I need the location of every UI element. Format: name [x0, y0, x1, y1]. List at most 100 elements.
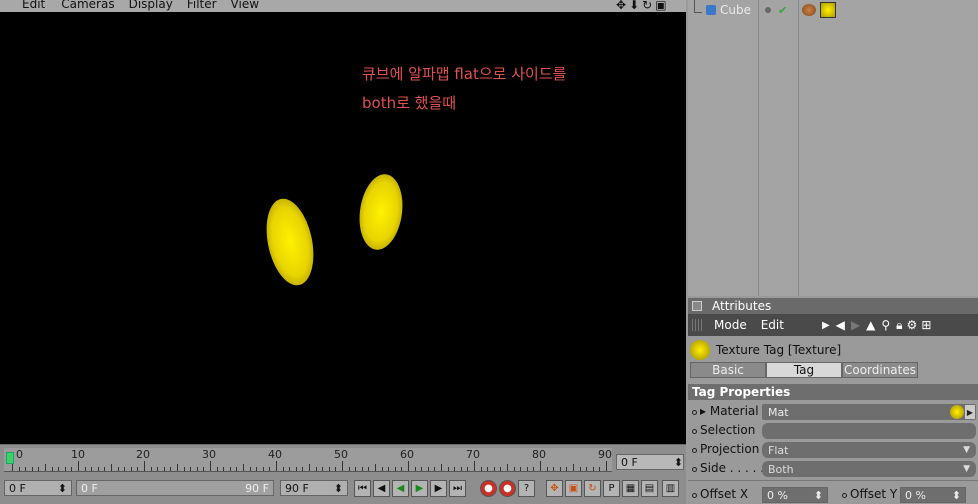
- side-label-text: Side . . . . .: [700, 461, 765, 475]
- chevron-right-icon[interactable]: ▶: [822, 320, 830, 331]
- expand-icon[interactable]: ▸: [700, 404, 710, 418]
- animate-dot-icon[interactable]: [692, 448, 697, 453]
- move-icon[interactable]: ✥: [616, 0, 626, 12]
- move-key-icon[interactable]: ✥: [546, 480, 563, 497]
- texture-tag-icon[interactable]: [820, 2, 836, 18]
- menu-edit[interactable]: Edit: [22, 0, 45, 10]
- animate-dot-icon[interactable]: [692, 493, 697, 498]
- current-frame-value: 0 F: [621, 455, 638, 469]
- ruler-tick: [540, 461, 541, 471]
- rotate-icon[interactable]: ↻: [642, 0, 652, 12]
- ruler-tick: [388, 467, 390, 471]
- lock-icon[interactable]: 🔒︎: [896, 318, 902, 333]
- spinner-icon[interactable]: ⬍: [334, 482, 343, 495]
- offset-y-field[interactable]: 0 % ⬍: [900, 487, 966, 503]
- ruler-tick: [190, 467, 192, 471]
- end-frame-field[interactable]: 90 F ⬍: [280, 480, 348, 496]
- spinner-icon[interactable]: ⬍: [814, 489, 823, 502]
- ruler-tick: [137, 467, 139, 471]
- ruler-tick: [170, 467, 172, 471]
- divider: [688, 480, 978, 481]
- start-frame-field[interactable]: 0 F ⬍: [4, 480, 72, 496]
- animate-dot-icon[interactable]: [842, 493, 847, 498]
- ruler-tick: [289, 467, 291, 471]
- visibility-dot-icon[interactable]: [765, 7, 771, 13]
- menu-view[interactable]: View: [231, 0, 259, 10]
- scale-key-icon[interactable]: ▣: [565, 480, 582, 497]
- play-forward-icon[interactable]: ▶: [411, 480, 428, 497]
- param-key-icon[interactable]: P: [603, 480, 620, 497]
- ruler-tick: [157, 467, 159, 471]
- goto-start-icon[interactable]: ⏮: [354, 480, 371, 497]
- animate-dot-icon[interactable]: [692, 429, 697, 434]
- texture-tag-header: Texture Tag [Texture]: [690, 340, 841, 360]
- ruler-tick: [124, 467, 126, 471]
- timeline-ruler[interactable]: 0 10 20 30 40 50 60 70 80 90: [4, 448, 612, 472]
- record-icon[interactable]: ●: [480, 480, 497, 497]
- rotate-key-icon[interactable]: ↻: [584, 480, 601, 497]
- forward-arrow-icon[interactable]: ▶: [851, 318, 860, 332]
- menu-display[interactable]: Display: [129, 0, 173, 10]
- ruler-tick: [586, 467, 588, 471]
- animate-dot-icon[interactable]: [692, 410, 697, 415]
- spinner-icon[interactable]: ⬍: [674, 456, 683, 469]
- mode-menu[interactable]: Mode: [714, 318, 747, 332]
- tab-basic[interactable]: Basic: [690, 362, 766, 378]
- spinner-icon[interactable]: ⬍: [952, 489, 961, 502]
- selection-field[interactable]: [762, 423, 976, 439]
- panel-toggle-icon[interactable]: [692, 301, 702, 311]
- ruler-tick: [144, 461, 145, 471]
- search-icon[interactable]: ⚲: [881, 318, 890, 332]
- ruler-tick: [355, 467, 357, 471]
- ruler-tick: [183, 467, 185, 471]
- ruler-tick: [599, 467, 601, 471]
- new-panel-icon[interactable]: ⊞: [921, 318, 931, 332]
- settings-icon[interactable]: ⚙: [907, 318, 918, 332]
- play-backward-icon[interactable]: ◀: [392, 480, 409, 497]
- arrow-right-icon[interactable]: ▶: [965, 405, 975, 419]
- current-frame-field[interactable]: 0 F ⬍: [616, 454, 684, 470]
- step-forward-icon[interactable]: ▶: [430, 480, 447, 497]
- range-slider[interactable]: 0 F 90 F: [76, 480, 274, 496]
- selection-label-text: Selection: [700, 423, 756, 437]
- keyframe-selection-icon[interactable]: ?: [518, 480, 535, 497]
- ruler-tick: [302, 467, 304, 471]
- offset-x-field[interactable]: 0 % ⬍: [762, 487, 828, 503]
- arrow-down-icon[interactable]: ⬇: [629, 0, 639, 12]
- goto-end-icon[interactable]: ⏭: [449, 480, 466, 497]
- ruler-tick: [342, 461, 343, 471]
- side-dropdown[interactable]: Both ▼: [762, 461, 976, 477]
- ruler-tick: [78, 461, 79, 471]
- cube-label[interactable]: Cube: [720, 3, 751, 17]
- step-back-icon[interactable]: ◀: [373, 480, 390, 497]
- up-arrow-icon[interactable]: ▲: [866, 318, 875, 332]
- menu-filter[interactable]: Filter: [187, 0, 217, 10]
- material-field[interactable]: Mat ▶: [762, 404, 976, 420]
- viewport[interactable]: 큐브에 알파맵 flat으로 사이드를 both로 했을때: [0, 12, 686, 444]
- maximize-icon[interactable]: ▣: [655, 0, 666, 12]
- back-arrow-icon[interactable]: ◀: [836, 318, 845, 332]
- menu-cameras[interactable]: Cameras: [61, 0, 114, 10]
- scheme-icon[interactable]: ▥: [662, 480, 679, 497]
- spinner-icon[interactable]: ⬍: [58, 482, 67, 495]
- tab-tag[interactable]: Tag: [766, 362, 842, 378]
- animate-dot-icon[interactable]: [692, 467, 697, 472]
- projection-label-text: Projection: [700, 442, 760, 456]
- autokey-icon[interactable]: ●: [499, 480, 516, 497]
- pla-key-icon[interactable]: ▤: [641, 480, 658, 497]
- tab-coordinates[interactable]: Coordinates: [842, 362, 918, 378]
- attributes-header: Attributes: [688, 298, 978, 314]
- ruler-tick: [51, 467, 53, 471]
- ruler-tick: [454, 467, 456, 471]
- enabled-check-icon[interactable]: ✔: [778, 4, 787, 17]
- timeline-playhead[interactable]: [6, 452, 14, 464]
- projection-dropdown[interactable]: Flat ▼: [762, 442, 976, 458]
- ruler-tick: [223, 467, 225, 471]
- grid-key-icon[interactable]: ▦: [622, 480, 639, 497]
- ruler-tick: [276, 461, 277, 471]
- ruler-tick: [104, 467, 106, 471]
- edit-menu[interactable]: Edit: [761, 318, 784, 332]
- ruler-tick: [25, 467, 27, 471]
- cube-row[interactable]: Cube ✔: [688, 0, 978, 20]
- phong-tag-icon[interactable]: [802, 4, 816, 16]
